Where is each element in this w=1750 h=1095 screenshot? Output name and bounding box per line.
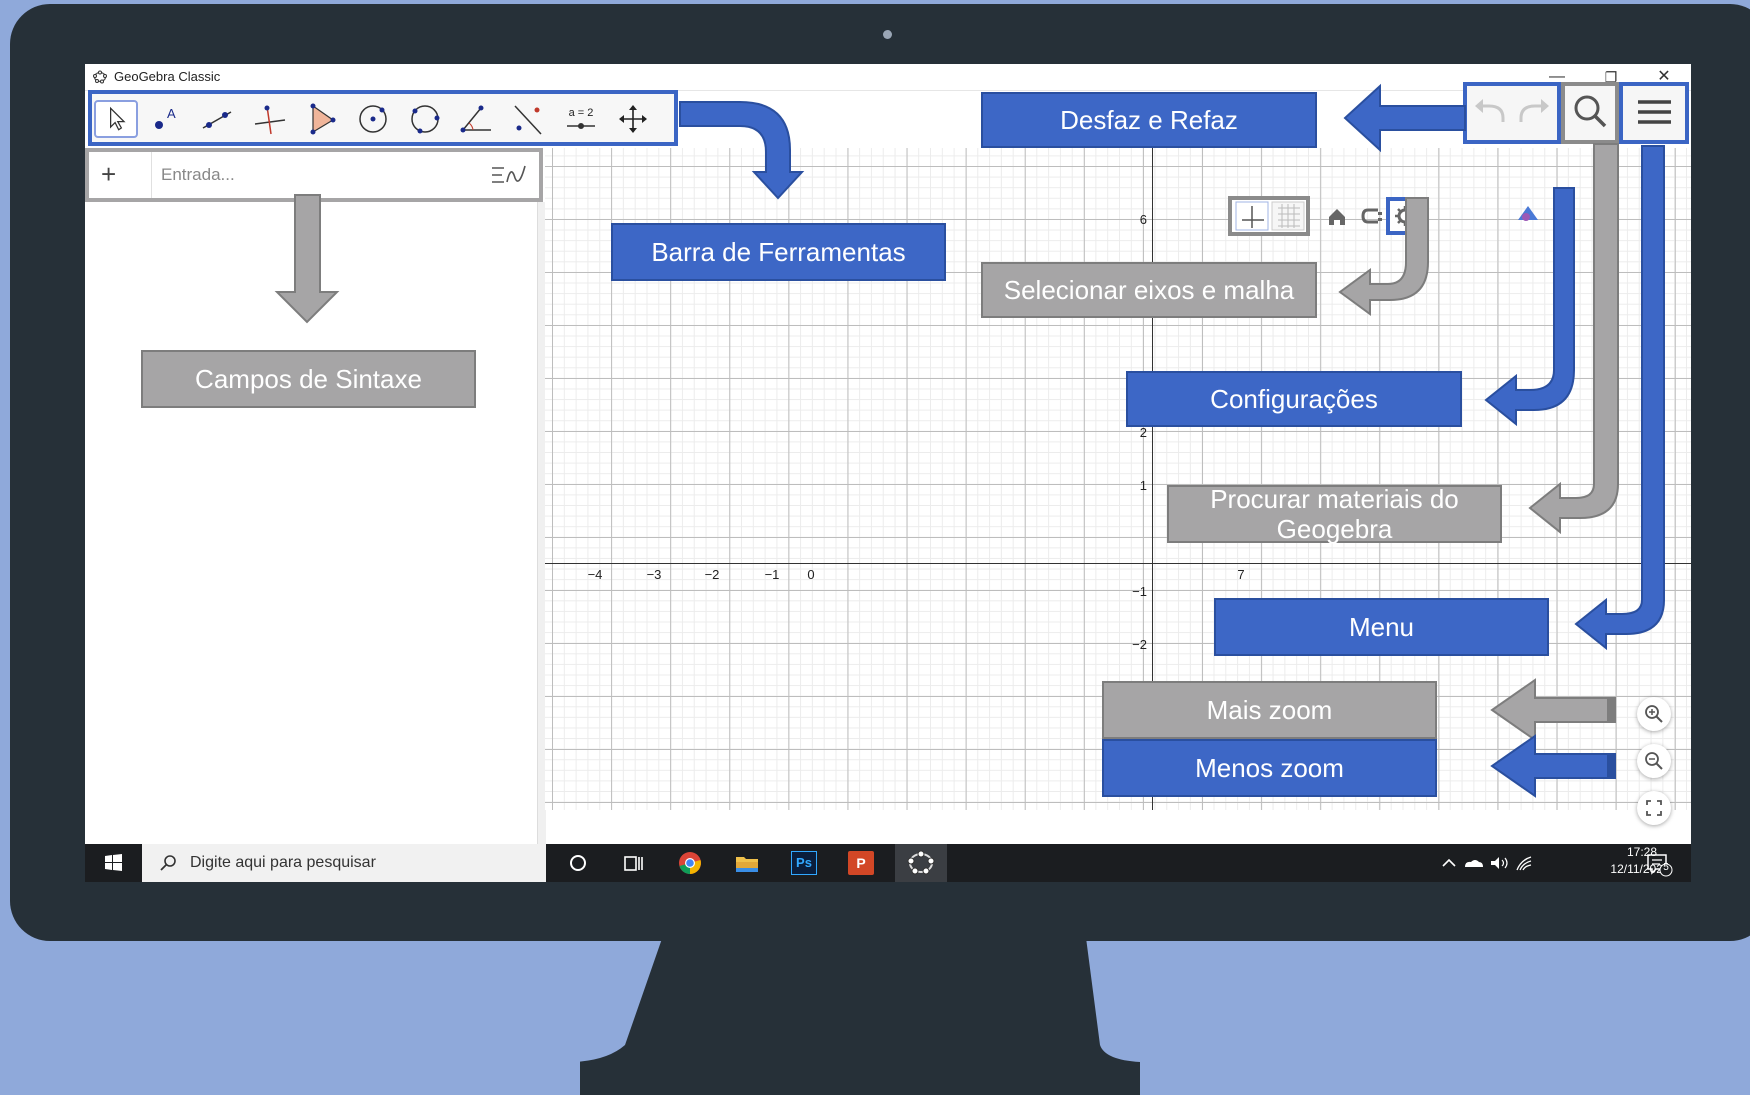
x-tick-label: −3 — [646, 567, 662, 582]
polygon-icon — [310, 103, 336, 135]
header-actions — [1463, 82, 1689, 144]
x-tick-label: −4 — [587, 567, 603, 582]
y-tick-label: 1 — [1139, 478, 1147, 493]
polygon-tool-button[interactable] — [299, 100, 343, 138]
axes-toggle-icon[interactable] — [1235, 201, 1269, 231]
input-help-icon[interactable] — [489, 160, 529, 190]
volume-icon — [1491, 857, 1499, 869]
callout-undo-redo: Desfaz e Refaz — [981, 92, 1317, 148]
fullscreen-icon — [1646, 800, 1662, 816]
callout-toolbar: Barra de Ferramentas — [611, 223, 946, 281]
callout-syntax: Campos de Sintaxe — [141, 350, 476, 408]
geogebra-icon — [93, 70, 107, 84]
circle-tool-button[interactable] — [351, 100, 395, 138]
zoom-in-button[interactable] — [1637, 697, 1671, 731]
angle-tool-button[interactable] — [455, 100, 499, 138]
wifi-icon — [1516, 856, 1532, 871]
powerpoint-icon[interactable]: P — [848, 851, 874, 875]
perpendicular-icon — [254, 105, 286, 135]
file-explorer-icon[interactable] — [733, 850, 761, 876]
callout-settings: Configurações — [1126, 371, 1462, 427]
zoom-in-icon — [1645, 705, 1663, 723]
circle-three-points-tool-button[interactable] — [403, 100, 447, 138]
move-graphics-tool-button[interactable] — [611, 100, 655, 138]
y-tick-label: 2 — [1139, 425, 1147, 440]
x-tick-label: 7 — [1237, 567, 1245, 582]
reflect-tool-button[interactable] — [507, 100, 551, 138]
taskbar-search[interactable]: Digite aqui para pesquisar — [142, 844, 546, 882]
fullscreen-button[interactable] — [1637, 791, 1671, 825]
svg-text:A: A — [167, 106, 176, 121]
tray-chevron-icon — [1442, 858, 1456, 867]
cursor-arrow-icon — [110, 106, 126, 131]
reflect-line-icon — [514, 105, 542, 135]
x-tick-label: −2 — [704, 567, 720, 582]
windows-start-icon[interactable] — [85, 844, 141, 882]
angle-icon — [460, 105, 491, 133]
app-window: GeoGebra Classic — ❐ ✕ A a = 2 + Entrada… — [85, 64, 1691, 882]
task-view-icon[interactable] — [619, 850, 647, 876]
search-glass-icon — [160, 855, 176, 871]
settings-frame — [1386, 197, 1424, 235]
point-icon: A — [155, 106, 176, 129]
y-tick-label: −2 — [1132, 637, 1147, 652]
callout-search-materials: Procurar materiais do Geogebra — [1167, 484, 1502, 544]
system-tray[interactable] — [1435, 852, 1605, 874]
toggle-style-bar-icon[interactable] — [1518, 206, 1538, 221]
photoshop-icon[interactable]: Ps — [791, 851, 817, 875]
home-icon[interactable] — [1329, 209, 1345, 225]
move-tool-button[interactable] — [94, 100, 138, 138]
point-tool-button[interactable]: A — [143, 100, 187, 138]
y-tick-label: −1 — [1132, 584, 1147, 599]
onedrive-icon — [1465, 860, 1483, 867]
point-capture-icon[interactable] — [1361, 208, 1382, 224]
zoom-out-icon — [1645, 752, 1663, 770]
callout-zoom-in: Mais zoom — [1102, 681, 1437, 739]
monitor-stand — [580, 930, 1140, 1095]
circle-center-icon — [359, 105, 387, 133]
callout-menu: Menu — [1214, 598, 1549, 656]
graphics-style-bar — [1228, 196, 1538, 236]
svg-text:a = 2: a = 2 — [569, 107, 594, 119]
move-cross-icon — [619, 105, 647, 133]
callout-axes-grid: Selecionar eixos e malha — [981, 262, 1317, 318]
geogebra-taskbar-button[interactable] — [895, 844, 947, 882]
cortana-icon[interactable] — [564, 850, 592, 876]
title-bar: GeoGebra Classic — ❐ ✕ — [85, 64, 1691, 91]
slider-tool-button[interactable]: a = 2 — [559, 100, 603, 138]
geogebra-taskbar-icon — [907, 850, 935, 875]
input-separator — [151, 152, 152, 198]
zoom-out-button[interactable] — [1637, 744, 1671, 778]
x-tick-label: 0 — [807, 567, 815, 582]
y-tick-label: 6 — [1139, 212, 1147, 227]
toolbar: A a = 2 — [88, 90, 678, 146]
x-tick-label: −1 — [764, 567, 780, 582]
slider-icon: a = 2 — [567, 107, 595, 129]
grid-toggle-icon[interactable] — [1271, 201, 1305, 231]
x-tick-label: −5 — [545, 567, 551, 582]
input-field[interactable] — [155, 158, 439, 192]
callout-zoom-out: Menos zoom — [1102, 739, 1437, 797]
windows-taskbar: Digite aqui para pesquisar Ps P 17:28 12… — [85, 844, 1691, 882]
circle-three-points-icon — [411, 105, 440, 134]
x-axis — [545, 563, 1691, 564]
line-icon — [202, 111, 232, 129]
taskbar-search-placeholder: Digite aqui para pesquisar — [190, 854, 376, 871]
webcam-dot — [883, 30, 892, 39]
window-title: GeoGebra Classic — [114, 69, 221, 84]
line-tool-button[interactable] — [195, 100, 239, 138]
undo-redo-frame — [1463, 82, 1561, 144]
perpendicular-tool-button[interactable] — [247, 100, 291, 138]
search-frame — [1561, 82, 1619, 144]
input-bar: + — [85, 148, 543, 202]
chrome-icon[interactable] — [676, 850, 704, 876]
add-input-button[interactable]: + — [101, 161, 116, 187]
notification-count: 5 — [1663, 862, 1669, 873]
